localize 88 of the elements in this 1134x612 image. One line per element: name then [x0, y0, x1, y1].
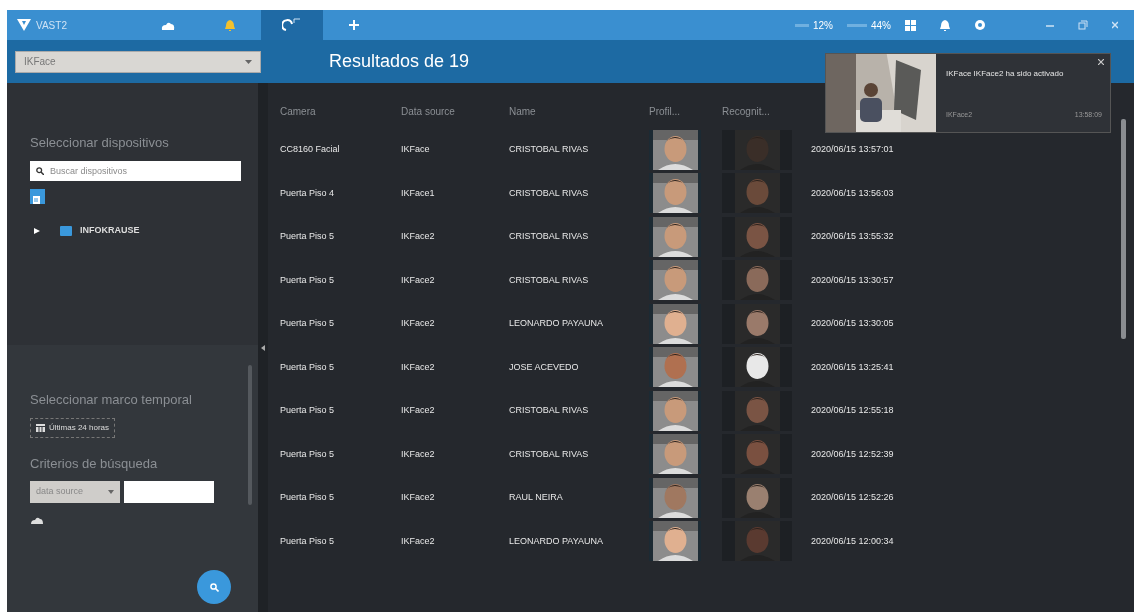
table-cell-text: Puerta Piso 5 [280, 404, 336, 417]
source-dropdown[interactable]: IKFace [15, 50, 261, 73]
table-cell-text: 2020/06/15 12:00:34 [811, 534, 895, 548]
table-cell-text: CRISTOBAL RIVAS [509, 447, 590, 461]
column-header[interactable]: Camera [280, 103, 401, 119]
table-cell-text: 2020/06/15 13:57:01 [811, 143, 895, 156]
table-cell-text: 2020/06/15 12:52:26 [811, 491, 895, 504]
plus-icon [349, 20, 359, 30]
table-cell-text: Puerta Piso 5 [280, 447, 336, 461]
table-cell-text: 2020/06/15 13:30:05 [811, 317, 895, 330]
collapsed-arrow-icon[interactable] [34, 227, 40, 234]
criteria-input[interactable] [124, 481, 214, 503]
close-icon[interactable] [1112, 21, 1118, 29]
table-cell-text: 2020/06/15 13:30:57 [811, 273, 895, 287]
table-cell-text: CRISTOBAL RIVAS [509, 143, 590, 156]
dropdown-value: IKFace [24, 55, 56, 69]
table-cell-text: IKFace2 [401, 447, 436, 461]
table-cell-text: IKFace2 [401, 404, 436, 417]
table-cell-text: 2020/06/15 12:52:39 [811, 447, 895, 461]
table-cell-text: 2020/06/15 13:25:41 [811, 360, 895, 374]
grid-icon[interactable] [905, 19, 916, 31]
table-cell-text: IKFace2 [401, 534, 436, 548]
table-cell-text: Puerta Piso 5 [280, 534, 336, 548]
table-cell-text: IKFace1 [401, 186, 436, 200]
table-cell-text: IKFace2 [401, 317, 436, 330]
caret-icon [108, 490, 114, 494]
search-icon [209, 582, 219, 592]
table-cell-text: Puerta Piso 5 [280, 317, 336, 330]
notification-message: IKFace IKFace2 ha sido activado [946, 68, 1065, 80]
column-header[interactable]: Recognit... [722, 103, 811, 119]
settings-icon[interactable] [974, 19, 986, 31]
search-button[interactable] [197, 570, 231, 604]
add-device-button[interactable] [30, 188, 45, 204]
bell-icon[interactable] [940, 19, 950, 31]
table-cell-text: CRISTOBAL RIVAS [509, 186, 590, 200]
table-cell-text: IKFace2 [401, 230, 436, 243]
close-icon [1098, 59, 1104, 65]
collapse-arrow-icon[interactable] [261, 344, 265, 351]
table-cell-text: 2020/06/15 13:56:03 [811, 186, 895, 200]
table-cell-text: Puerta Piso 5 [280, 491, 336, 504]
usage-reading: 44% [871, 18, 891, 33]
calendar-icon [36, 423, 45, 432]
column-header[interactable]: Profil... [649, 103, 722, 119]
close-button[interactable] [1096, 57, 1106, 67]
table-cell-text: Puerta Piso 5 [280, 230, 336, 243]
table-cell-text: LEONARDO PAYAUNA [509, 534, 605, 548]
results-title: Resultados de 19 [329, 50, 470, 73]
search-icon [36, 166, 44, 175]
cloud-icon [30, 516, 44, 525]
column-header[interactable]: Name [509, 103, 649, 119]
table-cell-text: CRISTOBAL RIVAS [509, 230, 590, 243]
cloud-icon [160, 20, 176, 30]
table-cell-text: IKFace2 [401, 360, 436, 374]
table-cell-text: CRISTOBAL RIVAS [509, 404, 590, 417]
table-cell-text: 2020/06/15 13:55:32 [811, 230, 895, 243]
table-cell-text: JOSE ACEVEDO [509, 360, 580, 374]
bell-icon [225, 19, 235, 31]
column-header[interactable]: Data source [401, 103, 509, 119]
table-cell-text: IKFace2 [401, 273, 436, 287]
restore-icon[interactable] [1078, 20, 1088, 30]
app-name: VAST2 [36, 18, 67, 33]
list-icon [33, 196, 42, 206]
table-cell-text: LEONARDO PAYAUNA [509, 317, 605, 330]
tab[interactable] [261, 10, 323, 40]
section-title: Seleccionar dispositivos [30, 134, 170, 152]
table-cell-text: Puerta Piso 5 [280, 360, 336, 374]
folder-icon [60, 225, 72, 236]
table-cell-text: IKFace2 [401, 491, 436, 504]
caret-icon [245, 59, 252, 64]
face-scan-icon [282, 17, 302, 33]
table-cell-text: 2020/06/15 12:55:18 [811, 404, 895, 417]
time-range-button[interactable]: Últimas 24 horas [30, 417, 116, 438]
table-cell-text: CC8160 Facial [280, 143, 341, 156]
table-cell-text: RAUL NEIRA [509, 491, 564, 504]
cpu-meter-icon [794, 23, 809, 27]
section-title: Criterios de búsqueda [30, 454, 159, 473]
table-cell-text: CRISTOBAL RIVAS [509, 273, 590, 287]
search-field[interactable]: Buscar dispositivos [30, 160, 241, 181]
scrollbar[interactable] [1121, 119, 1126, 339]
table-cell-text: IKFace [401, 143, 431, 156]
scrollbar[interactable] [248, 365, 252, 505]
memory-meter-icon [847, 23, 867, 27]
section-title: Seleccionar marco temporal [30, 391, 193, 409]
table-cell-text: Puerta Piso 5 [280, 273, 336, 287]
table-cell-text: Puerta Piso 4 [280, 186, 336, 200]
tree-item[interactable]: INFOKRAUSE [80, 224, 140, 238]
usage-reading: 12% [812, 18, 833, 33]
logo-icon [17, 19, 31, 31]
